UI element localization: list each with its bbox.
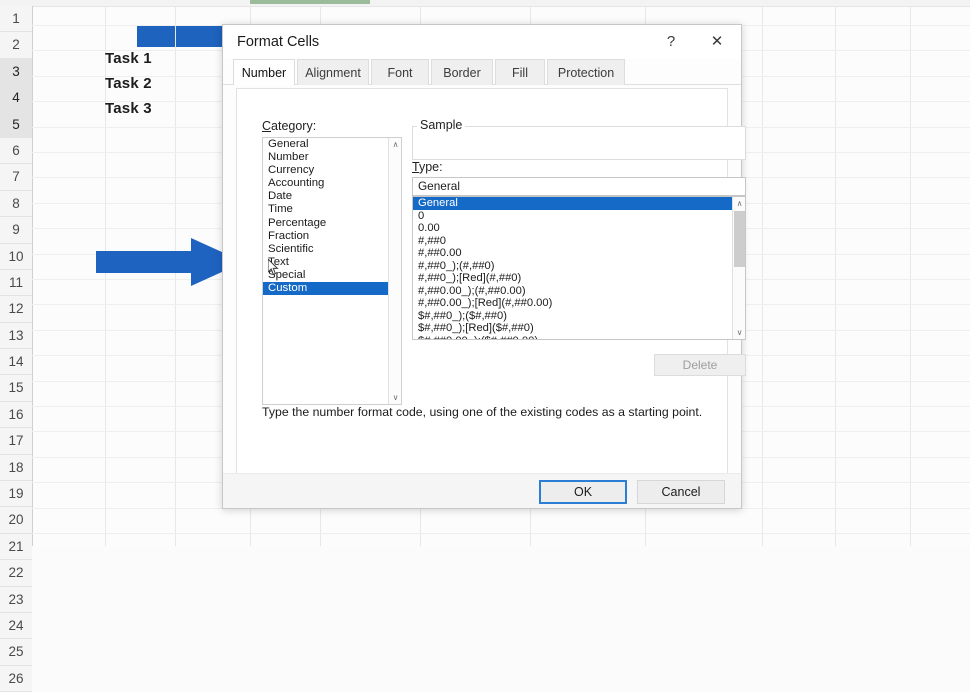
type-label: Type: [412,160,443,174]
help-icon[interactable]: ? [649,25,693,57]
category-item-number[interactable]: Number [263,151,401,164]
dialog-footer: OK Cancel [223,473,741,508]
type-items[interactable]: General 0 0.00 #,##0 #,##0.00 #,##0_);(#,##0)… [413,197,745,340]
category-label-mnemonic: C [262,119,272,133]
row-header-10[interactable]: 10 [0,243,32,270]
type-item[interactable]: $#,##0_);($#,##0) [413,310,745,323]
format-hint-text: Type the number format code, using one o… [262,405,703,419]
number-tab-panel: Category: General Number Currency Accountin… [236,88,746,497]
row-header-23[interactable]: 23 [0,586,32,613]
type-scroll-thumb[interactable] [734,211,745,267]
category-scroll-up-icon[interactable]: ∧ [389,138,402,151]
tab-alignment[interactable]: Alignment [297,59,369,85]
column-header-selection-indicator [250,0,370,4]
type-scrollbar[interactable]: ∧ ∨ [732,197,745,339]
category-item-currency[interactable]: Currency [263,164,401,177]
row-header-9[interactable]: 9 [0,217,32,244]
row-header-12[interactable]: 12 [0,296,32,323]
row-header-14[interactable]: 14 [0,349,32,376]
tab-font[interactable]: Font [371,59,429,85]
row-header-13[interactable]: 13 [0,322,32,350]
row-header-6[interactable]: 6 [0,137,32,165]
row-header-15[interactable]: 15 [0,375,32,402]
category-item-special[interactable]: Special [263,269,401,282]
close-icon[interactable]: ✕ [695,25,739,57]
type-item[interactable]: $#,##0.00_);($#,##0.00) [413,335,745,340]
cell-text[interactable]: Task 1 [105,50,152,67]
grid-row-line-20 [32,533,970,534]
type-item[interactable]: 0.00 [413,222,745,235]
dialog-title-bar[interactable]: Format Cells ? ✕ [223,25,741,59]
category-scrollbar[interactable]: ∧ ∨ [388,138,401,404]
dialog-title: Format Cells [237,34,320,50]
grid-column-line-7 [762,6,763,546]
dialog-tab-strip[interactable]: Number Alignment Font Border Fill Protection [223,59,741,85]
type-input[interactable]: General [412,177,746,196]
tab-protection[interactable]: Protection [547,59,625,85]
type-label-rest: ype: [418,160,443,174]
sample-label: Sample [417,118,466,132]
row-header-11[interactable]: 11 [0,269,32,297]
tab-number[interactable]: Number [233,59,295,85]
type-label-mnemonic: T [412,160,419,174]
category-label: Category: [262,119,316,133]
row-header-7[interactable]: 7 [0,164,32,191]
row-header-4[interactable]: 4 [0,85,32,112]
row-header-19[interactable]: 19 [0,481,32,508]
type-item[interactable]: #,##0 [413,235,745,248]
tab-border[interactable]: Border [431,59,493,85]
ok-button[interactable]: OK [539,480,627,504]
type-item[interactable]: General [413,197,745,210]
category-item-percentage[interactable]: Percentage [263,217,401,230]
row-header-20[interactable]: 20 [0,507,32,534]
row-header-column[interactable]: 1 2 3 4 5 6 7 8 9 10 11 12 13 14 15 16 17 18 19 20 21 22 23 24 2… [0,6,33,692]
row-header-26[interactable]: 26 [0,665,32,692]
category-items[interactable]: General Number Currency Accounting Date Time P… [263,138,401,296]
row-header-18[interactable]: 18 [0,454,32,482]
type-item[interactable]: $#,##0_);[Red]($#,##0) [413,322,745,335]
row-header-24[interactable]: 24 [0,612,32,640]
grid-column-line-8 [835,6,836,546]
type-item[interactable]: #,##0_);(#,##0) [413,260,745,273]
category-listbox[interactable]: General Number Currency Accounting Date Time P… [262,137,402,405]
row-header-8[interactable]: 8 [0,190,32,218]
type-item[interactable]: #,##0.00_);(#,##0.00) [413,285,745,298]
type-item[interactable]: #,##0_);[Red](#,##0) [413,272,745,285]
type-item[interactable]: 0 [413,210,745,223]
row-header-22[interactable]: 22 [0,560,32,587]
type-scroll-down-icon[interactable]: ∨ [733,326,745,339]
category-item-date[interactable]: Date [263,190,401,203]
category-item-text[interactable]: Text [263,256,401,269]
category-scroll-down-icon[interactable]: ∨ [389,391,402,404]
row-header-1[interactable]: 1 [0,6,32,33]
category-item-fraction[interactable]: Fraction [263,230,401,243]
type-listbox[interactable]: General 0 0.00 #,##0 #,##0.00 #,##0_);(#,##0)… [412,196,746,340]
row-header-17[interactable]: 17 [0,428,32,455]
row-header-5[interactable]: 5 [0,111,32,138]
cell-text[interactable]: Task 3 [105,100,152,117]
category-item-scientific[interactable]: Scientific [263,243,401,256]
category-item-general[interactable]: General [263,138,401,151]
tab-fill[interactable]: Fill [495,59,545,85]
format-cells-dialog: Format Cells ? ✕ Number Alignment Font Bord… [222,24,746,509]
delete-button[interactable]: Delete [654,354,746,376]
row-header-3[interactable]: 3 [0,58,32,86]
cell-text[interactable]: Task 2 [105,75,152,92]
category-item-time[interactable]: Time [263,203,401,216]
row-header-16[interactable]: 16 [0,401,32,429]
type-scroll-up-icon[interactable]: ∧ [733,197,745,210]
row-header-25[interactable]: 25 [0,639,32,666]
type-item[interactable]: #,##0.00_);[Red](#,##0.00) [413,297,745,310]
cancel-button[interactable]: Cancel [637,480,725,504]
category-item-custom[interactable]: Custom [263,282,401,296]
row-header-2[interactable]: 2 [0,32,32,59]
category-label-rest: ategory: [271,119,317,133]
row-header-21[interactable]: 21 [0,533,32,561]
grid-column-line-9 [910,6,911,546]
category-item-accounting[interactable]: Accounting [263,177,401,190]
type-item[interactable]: #,##0.00 [413,247,745,260]
